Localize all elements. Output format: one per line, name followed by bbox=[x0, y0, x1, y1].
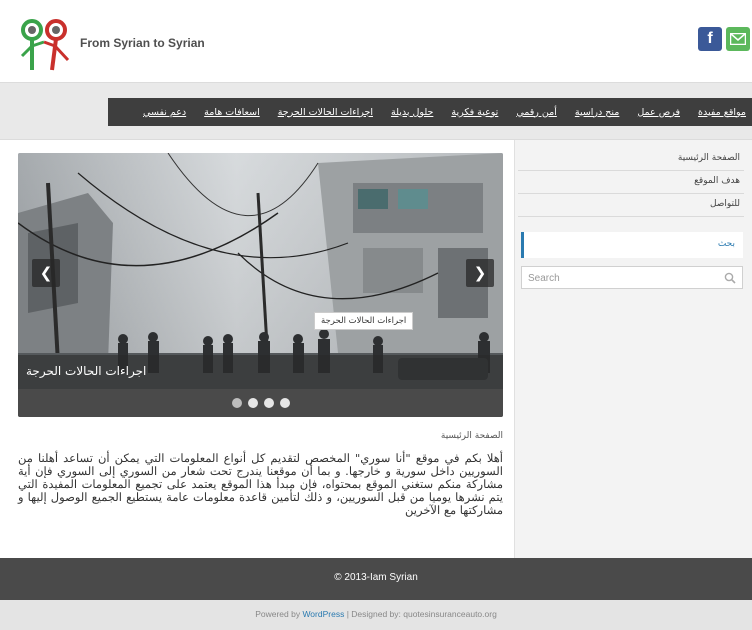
sidebar-link[interactable]: هدف الموقع bbox=[518, 171, 744, 194]
nav-item[interactable]: اجراءات الحالات الحرجة bbox=[278, 107, 373, 118]
nav-menu: دعم نفسي اسعافات هامة اجراءات الحالات الحر… bbox=[143, 98, 746, 126]
nav-item[interactable]: دعم نفسي bbox=[143, 107, 186, 118]
sidebar-menu: الصفحة الرئيسية هدف الموقع للتواصل bbox=[518, 148, 744, 217]
image-slider[interactable]: اجراءات الحالات الحرجة ❮ ❯ اجراءات الحال… bbox=[18, 153, 503, 417]
slide-tooltip: اجراءات الحالات الحرجة bbox=[314, 312, 414, 330]
intro-text: أهلا بكم في موقع "أنا سوري" المخصص لتقدي… bbox=[18, 451, 503, 517]
facebook-icon[interactable]: f bbox=[698, 27, 722, 51]
slider-prev-icon[interactable]: ❮ bbox=[32, 259, 60, 287]
search-input[interactable] bbox=[528, 270, 718, 286]
site-header: From Syrian to Syrian f bbox=[0, 0, 752, 82]
nav-item[interactable]: فرص عمل bbox=[637, 107, 680, 118]
slider-dot[interactable] bbox=[263, 398, 274, 408]
wordpress-link[interactable]: WordPress bbox=[302, 609, 344, 619]
nav-item[interactable]: حلول بديلة bbox=[391, 107, 433, 118]
site-title[interactable]: From Syrian to Syrian bbox=[80, 36, 205, 50]
nav-item[interactable]: اسعافات هامة bbox=[204, 107, 260, 118]
slider-dot[interactable] bbox=[279, 398, 290, 408]
slide-caption-text[interactable]: اجراءات الحالات الحرجة bbox=[26, 364, 146, 378]
slider-dot[interactable] bbox=[247, 398, 258, 408]
mail-icon[interactable] bbox=[726, 27, 750, 51]
logo-icon[interactable] bbox=[14, 16, 78, 72]
sidebar-link-label: الصفحة الرئيسية bbox=[677, 153, 740, 163]
nav-item[interactable]: منح دراسية bbox=[575, 107, 620, 118]
slider-next-icon[interactable]: ❯ bbox=[466, 259, 494, 287]
search-box bbox=[521, 266, 743, 289]
sidebar-link[interactable]: الصفحة الرئيسية bbox=[518, 148, 744, 171]
nav-item[interactable]: مواقع مفيدة bbox=[698, 107, 746, 118]
sidebar-link-label: هدف الموقع bbox=[694, 176, 740, 186]
main-nav: دعم نفسي اسعافات هامة اجراءات الحالات الحر… bbox=[108, 98, 752, 126]
subfooter: Powered by WordPress | Designed by: quot… bbox=[0, 600, 752, 630]
slide-image bbox=[18, 153, 503, 389]
slide-caption: اجراءات الحالات الحرجة bbox=[18, 355, 503, 389]
footer: © 2013-Iam Syrian bbox=[0, 558, 752, 600]
search-icon[interactable] bbox=[724, 272, 736, 284]
breadcrumb[interactable]: الصفحة الرئيسية bbox=[18, 431, 503, 441]
nav-item[interactable]: توعية فكرية bbox=[451, 107, 498, 118]
slider-dots bbox=[18, 398, 503, 408]
powered-prefix: Powered by bbox=[255, 609, 303, 619]
search-widget-title: بحث bbox=[521, 232, 743, 258]
subfooter-credits: Powered by WordPress | Designed by: quot… bbox=[0, 609, 752, 619]
slider-pager bbox=[18, 389, 503, 417]
designed-by: | Designed by: quotesinsuranceauto.org bbox=[344, 609, 497, 619]
social-links: f bbox=[698, 27, 750, 51]
sidebar-link-label: للتواصل bbox=[709, 199, 740, 209]
sidebar-link[interactable]: للتواصل bbox=[518, 194, 744, 217]
slider-dot[interactable] bbox=[231, 398, 242, 408]
footer-copyright: © 2013-Iam Syrian bbox=[334, 572, 418, 583]
nav-band: دعم نفسي اسعافات هامة اجراءات الحالات الحر… bbox=[0, 82, 752, 140]
nav-item[interactable]: أمن رقمي bbox=[516, 107, 557, 118]
